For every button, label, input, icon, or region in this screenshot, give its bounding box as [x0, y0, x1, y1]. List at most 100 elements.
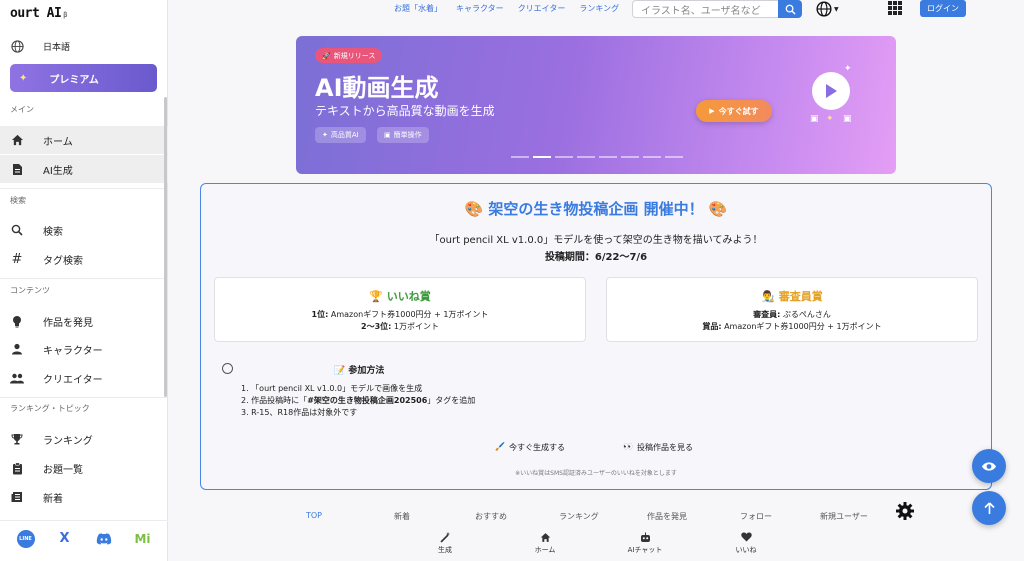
bottom-link-ranking[interactable]: ランキング [559, 511, 599, 522]
prize-line: 2〜3位: 1万ポイント [361, 322, 439, 331]
bottom-link-new-users[interactable]: 新規ユーザー [820, 511, 868, 522]
new-release-badge: 🚀 新規リリース [315, 48, 383, 63]
carousel-dot[interactable] [599, 156, 617, 158]
sparkle-icon: ✦ [322, 131, 328, 139]
play-button[interactable] [812, 72, 850, 110]
home-icon [10, 133, 24, 147]
prize-line: 1位: Amazonギフト券1000円分 + 1万ポイント [311, 310, 489, 319]
sidebar-item-tag-search[interactable]: # タグ検索 [0, 245, 168, 273]
sidebar-item-label: AI生成 [43, 165, 73, 177]
contest-card: 🎨 架空の生き物投稿企画 開催中！ 🎨 「ourt pencil XL v1.0… [200, 183, 992, 490]
sidebar-item-label: クリエイター [43, 374, 103, 386]
bottom-link-discover[interactable]: 作品を発見 [647, 511, 687, 522]
section-label-search: 検索 [10, 196, 26, 205]
apps-grid-icon[interactable] [888, 1, 902, 15]
premium-button[interactable]: ✦ プレミアム [10, 64, 157, 92]
top-nav-character[interactable]: キャラクター [456, 3, 504, 14]
bottom-link-new[interactable]: 新着 [394, 511, 410, 522]
contest-note: ※いいね賞はSMS認証済みユーザーのいいねを対象とします [515, 470, 677, 477]
top-nav: お題「水着」 キャラクター クリエイター ランキング 📈0 % [394, 3, 658, 14]
sidebar-item-character[interactable]: キャラクター [0, 335, 168, 363]
sidebar-item-discover[interactable]: 作品を発見 [0, 307, 168, 335]
hero-subtitle: テキストから高品質な動画を生成 [315, 104, 495, 118]
sidebar-item-label: タグ検索 [43, 255, 83, 267]
eye-icon [982, 461, 996, 471]
sidebar-item-new[interactable]: 新着 [0, 483, 168, 511]
hash-icon: # [11, 251, 23, 267]
howto-step: 3. R-15、R18作品は対象外です [241, 408, 358, 417]
tab-likes[interactable]: いいね [716, 532, 776, 555]
eyes-icon: 👀 [623, 442, 633, 451]
top-nav-creator[interactable]: クリエイター [518, 3, 566, 14]
heart-icon [716, 532, 776, 543]
login-button[interactable]: ログイン [920, 0, 966, 17]
hero-banner[interactable]: 🚀 新規リリース AI動画生成 テキストから高品質な動画を生成 ✦ 高品質AI ▣… [296, 36, 896, 174]
carousel-dot[interactable] [577, 156, 595, 158]
document-icon [10, 162, 24, 176]
view-toggle-button[interactable] [972, 449, 1006, 483]
search-button[interactable] [778, 0, 802, 18]
person-icon [10, 342, 24, 356]
howto-step: 2. 作品投稿時に「#架空の生き物投稿企画202506」タグを追加 [241, 396, 476, 405]
play-circle-icon: ▶ [709, 107, 715, 115]
clipboard-icon [10, 461, 24, 475]
sidebar-item-search[interactable]: 検索 [0, 216, 168, 244]
line-icon[interactable]: LINE [16, 529, 35, 548]
badge-label: 新規リリース [333, 51, 376, 60]
top-nav-ranking[interactable]: ランキング [579, 3, 619, 14]
sidebar-item-label: ランキング [43, 435, 93, 447]
hero-title: AI動画生成 [315, 74, 439, 102]
sidebar-item-creator[interactable]: クリエイター [0, 364, 168, 392]
sidebar-item-home[interactable]: ホーム [0, 126, 168, 154]
bottom-link-top[interactable]: TOP [306, 511, 322, 520]
view-submissions-link[interactable]: 👀 投稿作品を見る [623, 442, 693, 453]
top-nav-topic[interactable]: お題「水着」 [394, 3, 442, 14]
misskey-icon[interactable]: Mi [134, 530, 152, 548]
sidebar-item-ai-gen[interactable]: AI生成 [0, 155, 168, 183]
tab-ai-chat[interactable]: AIチャット [615, 532, 675, 555]
logo[interactable]: ourt AI β [10, 6, 67, 21]
discord-icon[interactable] [95, 530, 113, 548]
globe-icon [816, 1, 832, 17]
bottom-link-follow[interactable]: フォロー [740, 511, 772, 522]
sidebar-item-topics[interactable]: お題一覧 [0, 454, 168, 482]
carousel-dot[interactable] [621, 156, 639, 158]
tab-home[interactable]: ホーム [515, 532, 575, 555]
generate-now-link[interactable]: 🖌️ 今すぐ生成する [495, 442, 565, 453]
contest-description: 「ourt pencil XL v1.0.0」モデルを使って架空の生き物を描いて… [429, 235, 763, 246]
sparkle-icon: ✦ [844, 64, 852, 74]
check-circle-icon [222, 363, 233, 374]
x-icon[interactable]: X [56, 530, 74, 548]
search-input[interactable]: イラスト名、ユーザ名など [632, 0, 778, 18]
video-icon: ▣ [810, 114, 819, 124]
caret-down-icon: ▼ [834, 5, 839, 13]
tab-generate[interactable]: 生成 [415, 532, 475, 555]
language-dropdown[interactable]: ▼ [816, 1, 839, 17]
carousel-dot[interactable] [643, 156, 661, 158]
try-now-button[interactable]: ▶ 今すぐ試す [696, 100, 772, 122]
cta-label: 今すぐ試す [718, 106, 759, 116]
sidebar-item-ranking[interactable]: ランキング [0, 425, 168, 453]
carousel-dot[interactable] [665, 156, 683, 158]
contest-period: 投稿期間：6/22〜7/6 [544, 252, 648, 263]
sidebar-scrollbar[interactable] [164, 97, 167, 397]
rocket-icon: 🚀 [322, 51, 331, 60]
play-icon [826, 84, 837, 98]
sidebar-item-label: ホーム [43, 136, 73, 148]
carousel-dot-active[interactable] [533, 156, 551, 158]
divider [0, 397, 168, 398]
bottom-link-recommended[interactable]: おすすめ [475, 511, 507, 522]
section-label-main: メイン [10, 105, 34, 114]
scroll-top-button[interactable] [972, 491, 1006, 525]
sparkle-icon: ✦ [19, 72, 28, 84]
contest-title: 🎨 架空の生き物投稿企画 開催中！ 🎨 [464, 200, 728, 218]
carousel-dot[interactable] [511, 156, 529, 158]
carousel-dot[interactable] [555, 156, 573, 158]
search-icon [10, 223, 24, 237]
prize-line: 審査員: ぷるぺんさん [753, 310, 831, 319]
news-icon [10, 490, 24, 504]
language-selector[interactable]: 日本語 [0, 32, 168, 60]
section-label-content: コンテンツ [10, 286, 50, 295]
language-label: 日本語 [43, 42, 71, 53]
settings-gear-icon[interactable] [895, 501, 915, 525]
